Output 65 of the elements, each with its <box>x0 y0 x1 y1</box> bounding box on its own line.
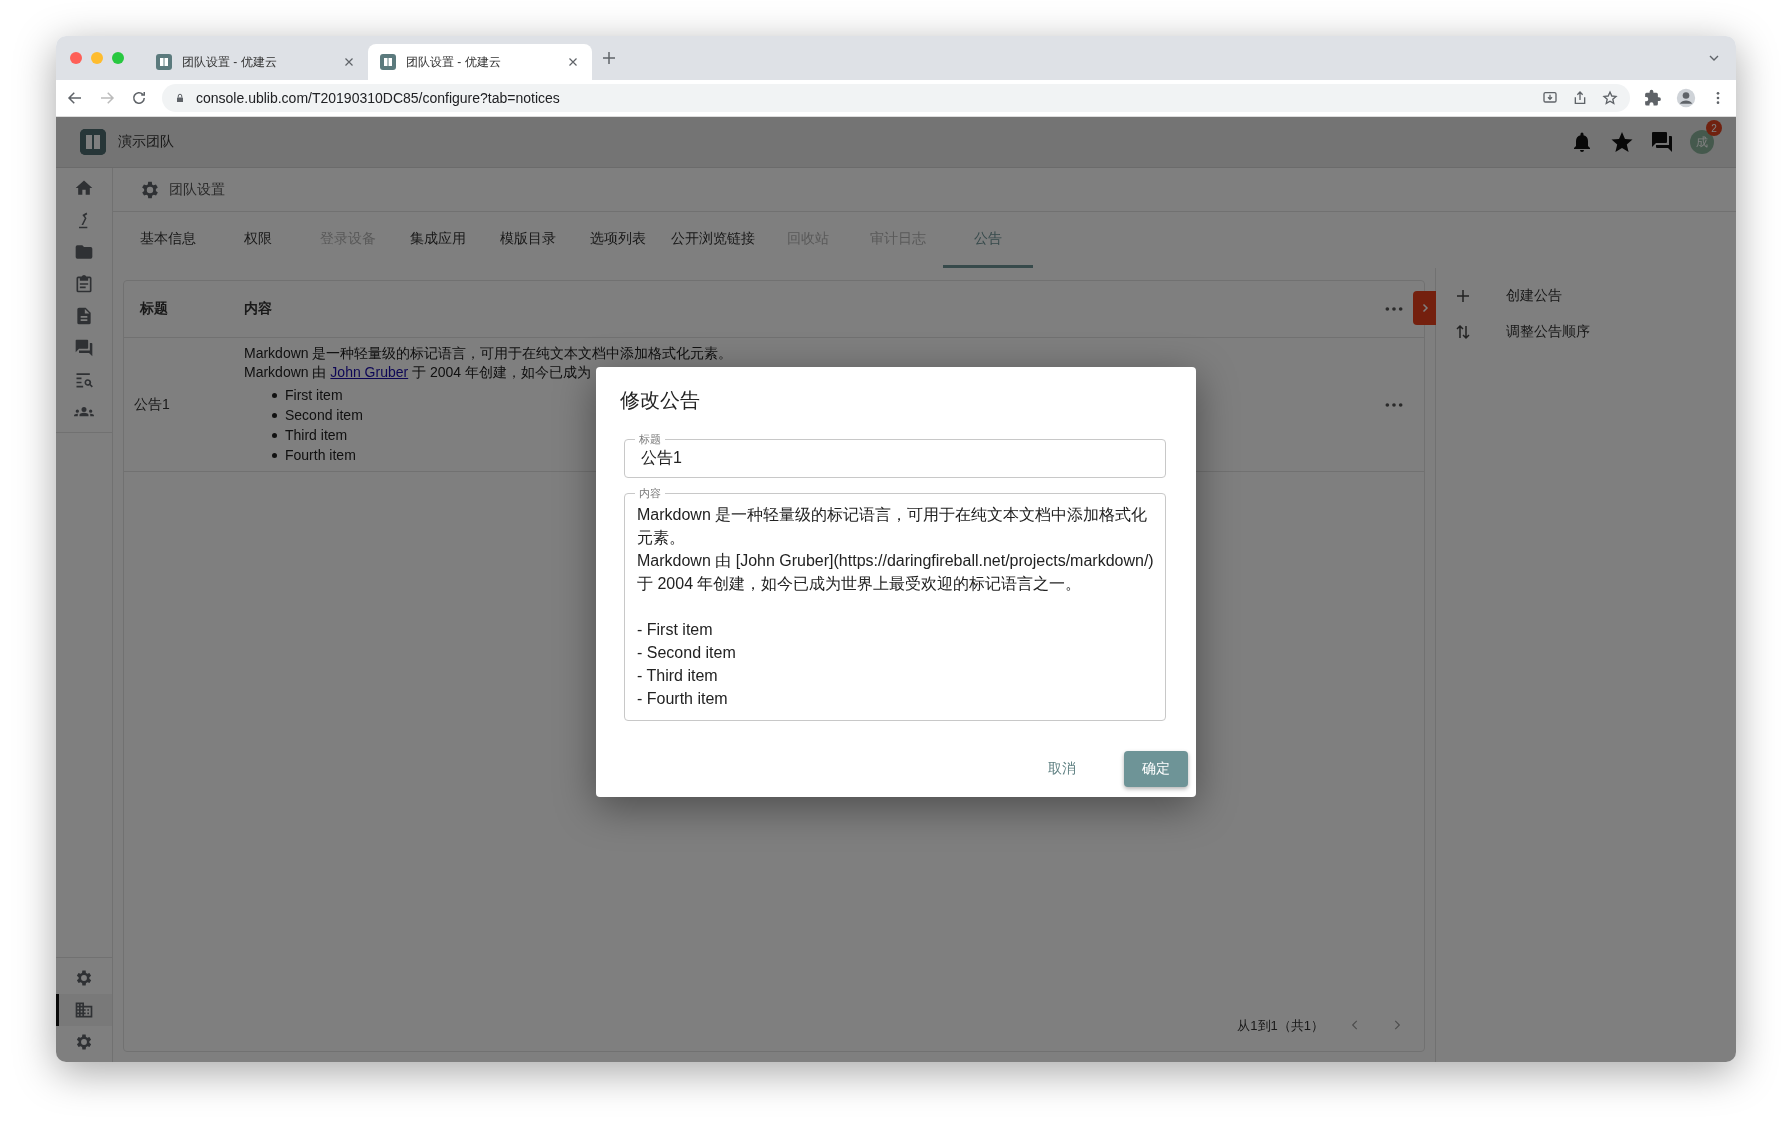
chat-icon[interactable] <box>1650 130 1674 154</box>
gear-icon[interactable] <box>74 1032 94 1052</box>
plus-icon[interactable] <box>1454 287 1472 305</box>
tab[interactable]: 基本信息 <box>123 212 213 268</box>
page-title: 团队设置 <box>169 180 225 199</box>
app-logo-icon[interactable] <box>80 129 106 155</box>
sidebar-item[interactable] <box>56 994 112 1026</box>
new-tab-icon[interactable] <box>600 49 618 67</box>
browser-tab[interactable]: 团队设置 - 优建云 <box>368 44 592 80</box>
tab[interactable]: 集成应用 <box>393 212 483 268</box>
home-icon[interactable] <box>74 178 94 198</box>
star-icon[interactable] <box>1610 130 1634 154</box>
bullet-icon <box>272 392 277 398</box>
column-header: 内容 <box>244 300 272 316</box>
text: 于 2004 年创建，如今已成为 <box>412 364 591 380</box>
share-icon[interactable] <box>1572 90 1588 106</box>
tab[interactable]: 权限 <box>213 212 303 268</box>
list-item: Second item <box>285 406 363 425</box>
profile-icon[interactable] <box>1676 88 1696 108</box>
text: Markdown 由 <box>244 364 327 380</box>
back-icon[interactable] <box>66 89 84 107</box>
cancel-button[interactable]: 取消 <box>1030 751 1094 787</box>
app-logo-icon <box>156 54 172 70</box>
reload-icon[interactable] <box>130 89 148 107</box>
confirm-button[interactable]: 确定 <box>1124 751 1188 787</box>
clipboard-icon[interactable] <box>74 274 94 294</box>
bullet-icon <box>272 432 277 438</box>
tab[interactable]: 选项列表 <box>573 212 663 268</box>
team-name: 演示团队 <box>118 133 175 151</box>
swap-vertical-icon[interactable] <box>1454 323 1472 341</box>
chat-icon[interactable] <box>74 338 94 358</box>
building-icon[interactable] <box>74 1000 94 1020</box>
app-logo-icon <box>380 54 396 70</box>
list-item: Third item <box>285 426 348 445</box>
gear-icon[interactable] <box>74 968 94 988</box>
panel-toggle-button[interactable] <box>1413 291 1436 325</box>
bullet-icon <box>272 412 277 418</box>
list-item: First item <box>285 386 343 405</box>
title-input[interactable]: 标题 公告1 <box>624 432 1166 478</box>
list-item: Fourth item <box>285 446 356 465</box>
panel-action[interactable]: 创建公告 <box>1436 278 1568 314</box>
panel-action[interactable]: 调整公告顺序 <box>1436 314 1596 350</box>
install-icon[interactable] <box>1542 90 1558 106</box>
browser-tab[interactable]: 团队设置 - 优建云 <box>144 44 368 80</box>
star-outline-icon[interactable] <box>1602 90 1618 106</box>
dialog-title: 修改公告 <box>620 388 701 413</box>
paragraph: Markdown 是一种轻量级的标记语言，可用于在纯文本文档中添加格式化元素。 <box>244 344 734 363</box>
extensions-icon[interactable] <box>1644 89 1662 107</box>
folder-icon[interactable] <box>74 242 94 262</box>
forward-icon[interactable] <box>98 89 116 107</box>
lock-icon[interactable] <box>174 92 186 104</box>
table-cell: 公告1 <box>134 395 170 412</box>
search-list-icon[interactable] <box>74 370 94 390</box>
bullet-icon <box>272 452 277 458</box>
address-bar[interactable]: console.ublib.com/T20190310DC85/configure?tab=notices <box>162 84 1630 112</box>
tab[interactable]: 模版目录 <box>483 212 573 268</box>
close-window-button[interactable] <box>70 52 82 64</box>
tab[interactable]: 公告 <box>943 212 1033 268</box>
column-header: 标题 <box>139 300 169 318</box>
pagination-summary: 从1到1（共1） <box>1237 1017 1324 1035</box>
document-icon[interactable] <box>74 306 94 326</box>
notification-badge: 2 <box>1706 120 1722 136</box>
content-textarea[interactable]: 内容 Markdown 是一种轻量级的标记语言，可用于在纯文本文档中添加格式化元素。 Markdown 由 [John Gruber](https://daringfireball.net/projects/markdown/) 于 2004 年创建，如今已成为世界上最受欢迎的标记语言之一。 - First item - Second item - Third item - Fourth item <box>624 486 1166 721</box>
link[interactable]: John Gruber <box>330 364 409 380</box>
tab[interactable]: 公开浏览链接 <box>663 212 763 268</box>
